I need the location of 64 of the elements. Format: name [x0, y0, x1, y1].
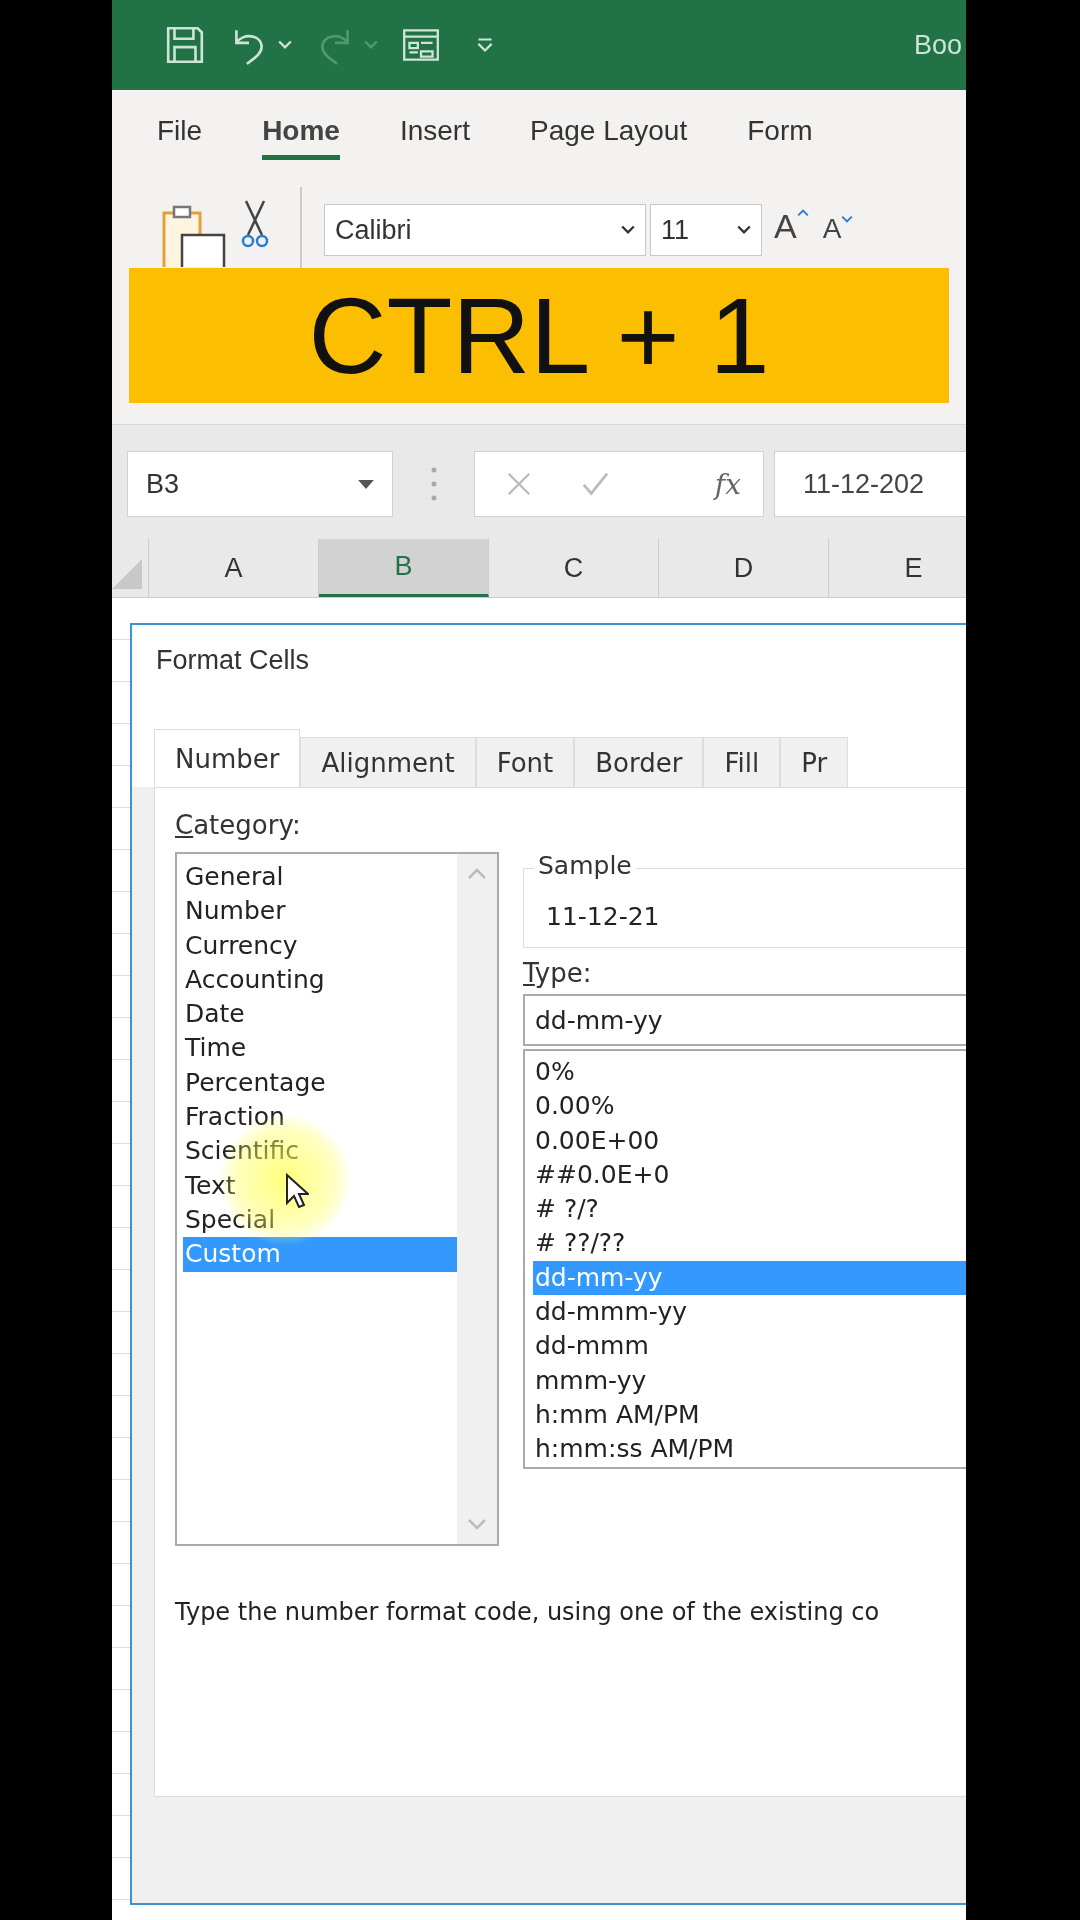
caret-icon[interactable]	[278, 40, 292, 50]
dialog-tab[interactable]: Pr	[780, 737, 849, 787]
type-item[interactable]: h:mm:ss AM/PM	[533, 1432, 966, 1467]
cursor-icon	[285, 1173, 309, 1209]
column-header[interactable]: D	[659, 539, 829, 597]
category-item[interactable]: Text	[183, 1168, 457, 1203]
type-item[interactable]: mmm-yy	[533, 1363, 966, 1398]
shrink-font-button[interactable]: A	[820, 213, 856, 245]
type-item[interactable]: h:mm AM/PM	[533, 1397, 966, 1433]
dialog-tab[interactable]: Alignment	[300, 737, 476, 787]
type-field[interactable]: dd-mm-yy	[523, 994, 966, 1046]
caret-icon	[737, 225, 751, 235]
column-header[interactable]: C	[489, 539, 659, 597]
font-name-dropdown[interactable]: Calibri	[324, 204, 646, 256]
dialog-title: Format Cells	[132, 625, 966, 695]
category-item[interactable]: Special	[183, 1202, 457, 1238]
type-item[interactable]: dd-mmm-yy	[533, 1295, 966, 1330]
ribbon-tab[interactable]: File	[157, 105, 203, 160]
category-item[interactable]: Number	[183, 894, 457, 929]
type-item[interactable]: # ??/??	[533, 1226, 966, 1261]
category-item[interactable]: General	[183, 860, 457, 895]
type-item[interactable]: # ?/?	[533, 1192, 966, 1227]
caret-icon	[364, 40, 378, 50]
check-icon[interactable]	[581, 470, 609, 498]
type-item[interactable]: 0.00E+00	[533, 1123, 966, 1158]
save-icon[interactable]	[164, 24, 206, 66]
ribbon-tab[interactable]: Form	[747, 105, 813, 160]
dialog-tab[interactable]: Font	[475, 737, 575, 787]
font-size-dropdown[interactable]: 11	[650, 204, 762, 256]
description-text: Type the number format code, using one of the existing co	[175, 1598, 881, 1626]
category-item[interactable]: Time	[183, 1031, 457, 1066]
dialog-tab[interactable]: Fill	[703, 737, 781, 787]
caret-icon	[841, 215, 854, 223]
grow-font-button[interactable]: A	[772, 207, 811, 246]
formula-field[interactable]: 11-12-202	[774, 451, 966, 517]
category-item[interactable]: Scientific	[183, 1134, 457, 1169]
caret-icon	[621, 225, 635, 235]
ribbon-tab[interactable]: Insert	[399, 105, 470, 160]
category-list[interactable]: General Number Currency Accounting Date Time Percentage Fraction Scientific Text Special Custom	[175, 852, 499, 1546]
category-item[interactable]: Accounting	[183, 962, 457, 998]
category-label: Category:	[175, 810, 302, 842]
window-title: Boo	[913, 29, 962, 61]
type-item[interactable]: dd-mmm	[533, 1329, 966, 1364]
category-item[interactable]: Date	[183, 997, 457, 1032]
category-item[interactable]: Currency	[183, 928, 457, 963]
ribbon-tab[interactable]: Home	[262, 105, 340, 160]
type-item[interactable]: ##0.0E+0	[533, 1157, 966, 1193]
category-item[interactable]: Percentage	[183, 1065, 457, 1101]
dialog-tab[interactable]: Border	[574, 737, 704, 787]
type-list[interactable]: 0% 0.00% 0.00E+00 ##0.0E+0 # ?/? # ??/?? dd-mm-yy dd-mmm-yy dd-mmm mmm-yy h:mm AM/PM h:mm:ss AM/PM	[523, 1049, 966, 1469]
type-label: Type:	[523, 958, 593, 990]
name-box[interactable]: B3	[127, 451, 393, 517]
ribbon-tab[interactable]: Page Layout	[529, 105, 688, 160]
shortcut-banner: CTRL + 1	[129, 268, 949, 403]
insert-function-button[interactable]: fx	[714, 467, 741, 501]
type-item[interactable]: 0.00%	[533, 1089, 966, 1124]
dialog-tab[interactable]: Number	[154, 729, 301, 787]
grip-icon[interactable]	[431, 467, 437, 501]
category-item[interactable]: Fraction	[183, 1100, 457, 1135]
type-item[interactable]: 0%	[533, 1055, 966, 1090]
sample-value: 11-12-21	[546, 902, 660, 931]
up-caret-icon	[796, 209, 809, 217]
column-header[interactable]: B	[319, 539, 489, 597]
cut-icon[interactable]	[240, 199, 270, 249]
